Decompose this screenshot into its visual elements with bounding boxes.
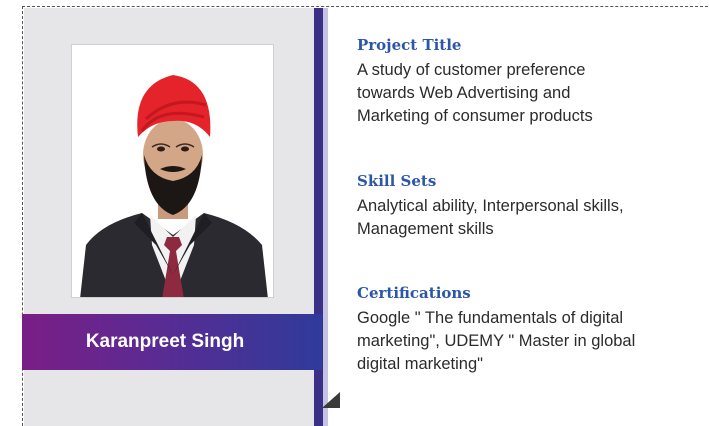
- person-name: Karanpreet Singh: [85, 331, 245, 352]
- section-heading: Project Title: [357, 36, 462, 54]
- profile-photo: [71, 44, 274, 298]
- section-body: Analytical ability, Interpersonal skills…: [357, 197, 624, 238]
- section-body: Google " The fundamentals of digital mar…: [357, 309, 636, 373]
- section-heading: Certifications: [357, 284, 471, 302]
- section-project-title: Project Title A study of customer prefer…: [357, 36, 709, 128]
- section-skill-sets: Skill Sets Analytical ability, Interpers…: [357, 172, 709, 241]
- section-body: A study of customer preference towards W…: [357, 61, 593, 125]
- section-certifications: Certifications Google " The fundamentals…: [357, 284, 709, 376]
- corner-notch: [322, 392, 340, 408]
- section-heading: Skill Sets: [357, 172, 437, 190]
- accent-bar-shade: [323, 8, 328, 426]
